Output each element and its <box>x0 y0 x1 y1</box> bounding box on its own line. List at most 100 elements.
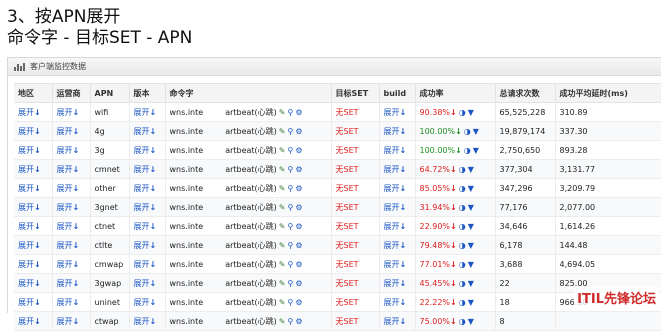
column-header[interactable]: 运营商 <box>52 83 91 103</box>
expand-link[interactable]: 展开 <box>18 222 34 231</box>
edit-icon[interactable]: ✎ <box>279 108 286 117</box>
expand-link[interactable]: 展开 <box>18 260 34 269</box>
expand-link[interactable]: 展开 <box>134 260 150 269</box>
expand-link[interactable]: 展开 <box>18 127 34 136</box>
search-icon[interactable]: ⚲ <box>288 222 294 231</box>
column-header[interactable]: 成功率 <box>415 83 496 103</box>
expand-down-arrow-icon[interactable]: ↓ <box>400 222 407 231</box>
pie-chart-icon[interactable]: ◑ <box>459 222 466 231</box>
expand-down-arrow-icon[interactable]: ↓ <box>150 203 157 212</box>
expand-down-arrow-icon[interactable]: ↓ <box>34 165 41 174</box>
pie-chart-icon[interactable]: ◑ <box>459 260 466 269</box>
expand-down-arrow-icon[interactable]: ↓ <box>73 222 80 231</box>
expand-link[interactable]: 展开 <box>57 260 73 269</box>
column-header[interactable]: build <box>379 83 416 103</box>
expand-down-arrow-icon[interactable]: ↓ <box>73 146 80 155</box>
search-icon[interactable]: ⚲ <box>288 279 294 288</box>
expand-down-arrow-icon[interactable]: ↓ <box>400 146 407 155</box>
column-header[interactable]: 版本 <box>129 83 166 103</box>
gear-icon[interactable]: ⚙ <box>295 127 302 136</box>
edit-icon[interactable]: ✎ <box>279 184 286 193</box>
expand-link[interactable]: 展开 <box>134 317 150 326</box>
expand-down-arrow-icon[interactable]: ↓ <box>73 241 80 250</box>
gear-icon[interactable]: ⚙ <box>295 184 302 193</box>
expand-link[interactable]: 展开 <box>18 203 34 212</box>
filter-icon[interactable]: ▼ <box>473 127 479 136</box>
column-header[interactable]: 命令字 <box>165 83 332 103</box>
filter-icon[interactable]: ▼ <box>468 108 474 117</box>
expand-link[interactable]: 展开 <box>57 146 73 155</box>
expand-down-arrow-icon[interactable]: ↓ <box>400 203 407 212</box>
column-header[interactable]: 总请求次数 <box>495 83 556 103</box>
expand-link[interactable]: 展开 <box>384 146 400 155</box>
edit-icon[interactable]: ✎ <box>279 127 286 136</box>
expand-down-arrow-icon[interactable]: ↓ <box>34 279 41 288</box>
target-set-value[interactable]: 无SET <box>336 260 359 269</box>
expand-link[interactable]: 展开 <box>18 317 34 326</box>
target-set-value[interactable]: 无SET <box>336 279 359 288</box>
expand-down-arrow-icon[interactable]: ↓ <box>400 279 407 288</box>
expand-link[interactable]: 展开 <box>57 222 73 231</box>
edit-icon[interactable]: ✎ <box>279 317 286 326</box>
expand-down-arrow-icon[interactable]: ↓ <box>150 279 157 288</box>
expand-down-arrow-icon[interactable]: ↓ <box>150 241 157 250</box>
pie-chart-icon[interactable]: ◑ <box>459 184 466 193</box>
pie-chart-icon[interactable]: ◑ <box>459 108 466 117</box>
pie-chart-icon[interactable]: ◑ <box>459 317 466 326</box>
expand-down-arrow-icon[interactable]: ↓ <box>150 317 157 326</box>
expand-down-arrow-icon[interactable]: ↓ <box>34 317 41 326</box>
expand-link[interactable]: 展开 <box>134 279 150 288</box>
filter-icon[interactable]: ▼ <box>468 203 474 212</box>
pie-chart-icon[interactable]: ◑ <box>459 298 466 307</box>
edit-icon[interactable]: ✎ <box>279 203 286 212</box>
column-header[interactable]: 目标SET <box>331 83 380 103</box>
filter-icon[interactable]: ▼ <box>468 298 474 307</box>
expand-link[interactable]: 展开 <box>18 184 34 193</box>
search-icon[interactable]: ⚲ <box>288 108 294 117</box>
pie-chart-icon[interactable]: ◑ <box>459 279 466 288</box>
edit-icon[interactable]: ✎ <box>279 165 286 174</box>
expand-down-arrow-icon[interactable]: ↓ <box>400 298 407 307</box>
expand-down-arrow-icon[interactable]: ↓ <box>400 241 407 250</box>
expand-down-arrow-icon[interactable]: ↓ <box>73 317 80 326</box>
expand-down-arrow-icon[interactable]: ↓ <box>34 127 41 136</box>
expand-down-arrow-icon[interactable]: ↓ <box>73 184 80 193</box>
expand-down-arrow-icon[interactable]: ↓ <box>34 260 41 269</box>
pie-chart-icon[interactable]: ◑ <box>459 241 466 250</box>
expand-down-arrow-icon[interactable]: ↓ <box>73 279 80 288</box>
gear-icon[interactable]: ⚙ <box>295 241 302 250</box>
pie-chart-icon[interactable]: ◑ <box>459 203 466 212</box>
expand-down-arrow-icon[interactable]: ↓ <box>34 108 41 117</box>
expand-link[interactable]: 展开 <box>134 241 150 250</box>
expand-down-arrow-icon[interactable]: ↓ <box>150 298 157 307</box>
gear-icon[interactable]: ⚙ <box>295 317 302 326</box>
pie-chart-icon[interactable]: ◑ <box>464 127 471 136</box>
edit-icon[interactable]: ✎ <box>279 298 286 307</box>
target-set-value[interactable]: 无SET <box>336 146 359 155</box>
gear-icon[interactable]: ⚙ <box>295 279 302 288</box>
filter-icon[interactable]: ▼ <box>468 260 474 269</box>
pie-chart-icon[interactable]: ◑ <box>459 165 466 174</box>
target-set-value[interactable]: 无SET <box>336 317 359 326</box>
expand-down-arrow-icon[interactable]: ↓ <box>150 184 157 193</box>
expand-down-arrow-icon[interactable]: ↓ <box>73 260 80 269</box>
expand-link[interactable]: 展开 <box>384 279 400 288</box>
expand-link[interactable]: 展开 <box>57 165 73 174</box>
expand-link[interactable]: 展开 <box>57 279 73 288</box>
expand-link[interactable]: 展开 <box>384 298 400 307</box>
filter-icon[interactable]: ▼ <box>468 317 474 326</box>
expand-down-arrow-icon[interactable]: ↓ <box>34 241 41 250</box>
expand-link[interactable]: 展开 <box>134 108 150 117</box>
column-header[interactable]: 地区 <box>14 83 53 103</box>
expand-down-arrow-icon[interactable]: ↓ <box>400 184 407 193</box>
expand-link[interactable]: 展开 <box>384 165 400 174</box>
expand-down-arrow-icon[interactable]: ↓ <box>400 165 407 174</box>
expand-link[interactable]: 展开 <box>384 203 400 212</box>
expand-down-arrow-icon[interactable]: ↓ <box>150 146 157 155</box>
edit-icon[interactable]: ✎ <box>279 222 286 231</box>
expand-link[interactable]: 展开 <box>384 241 400 250</box>
expand-link[interactable]: 展开 <box>134 165 150 174</box>
edit-icon[interactable]: ✎ <box>279 241 286 250</box>
expand-down-arrow-icon[interactable]: ↓ <box>73 298 80 307</box>
search-icon[interactable]: ⚲ <box>288 165 294 174</box>
